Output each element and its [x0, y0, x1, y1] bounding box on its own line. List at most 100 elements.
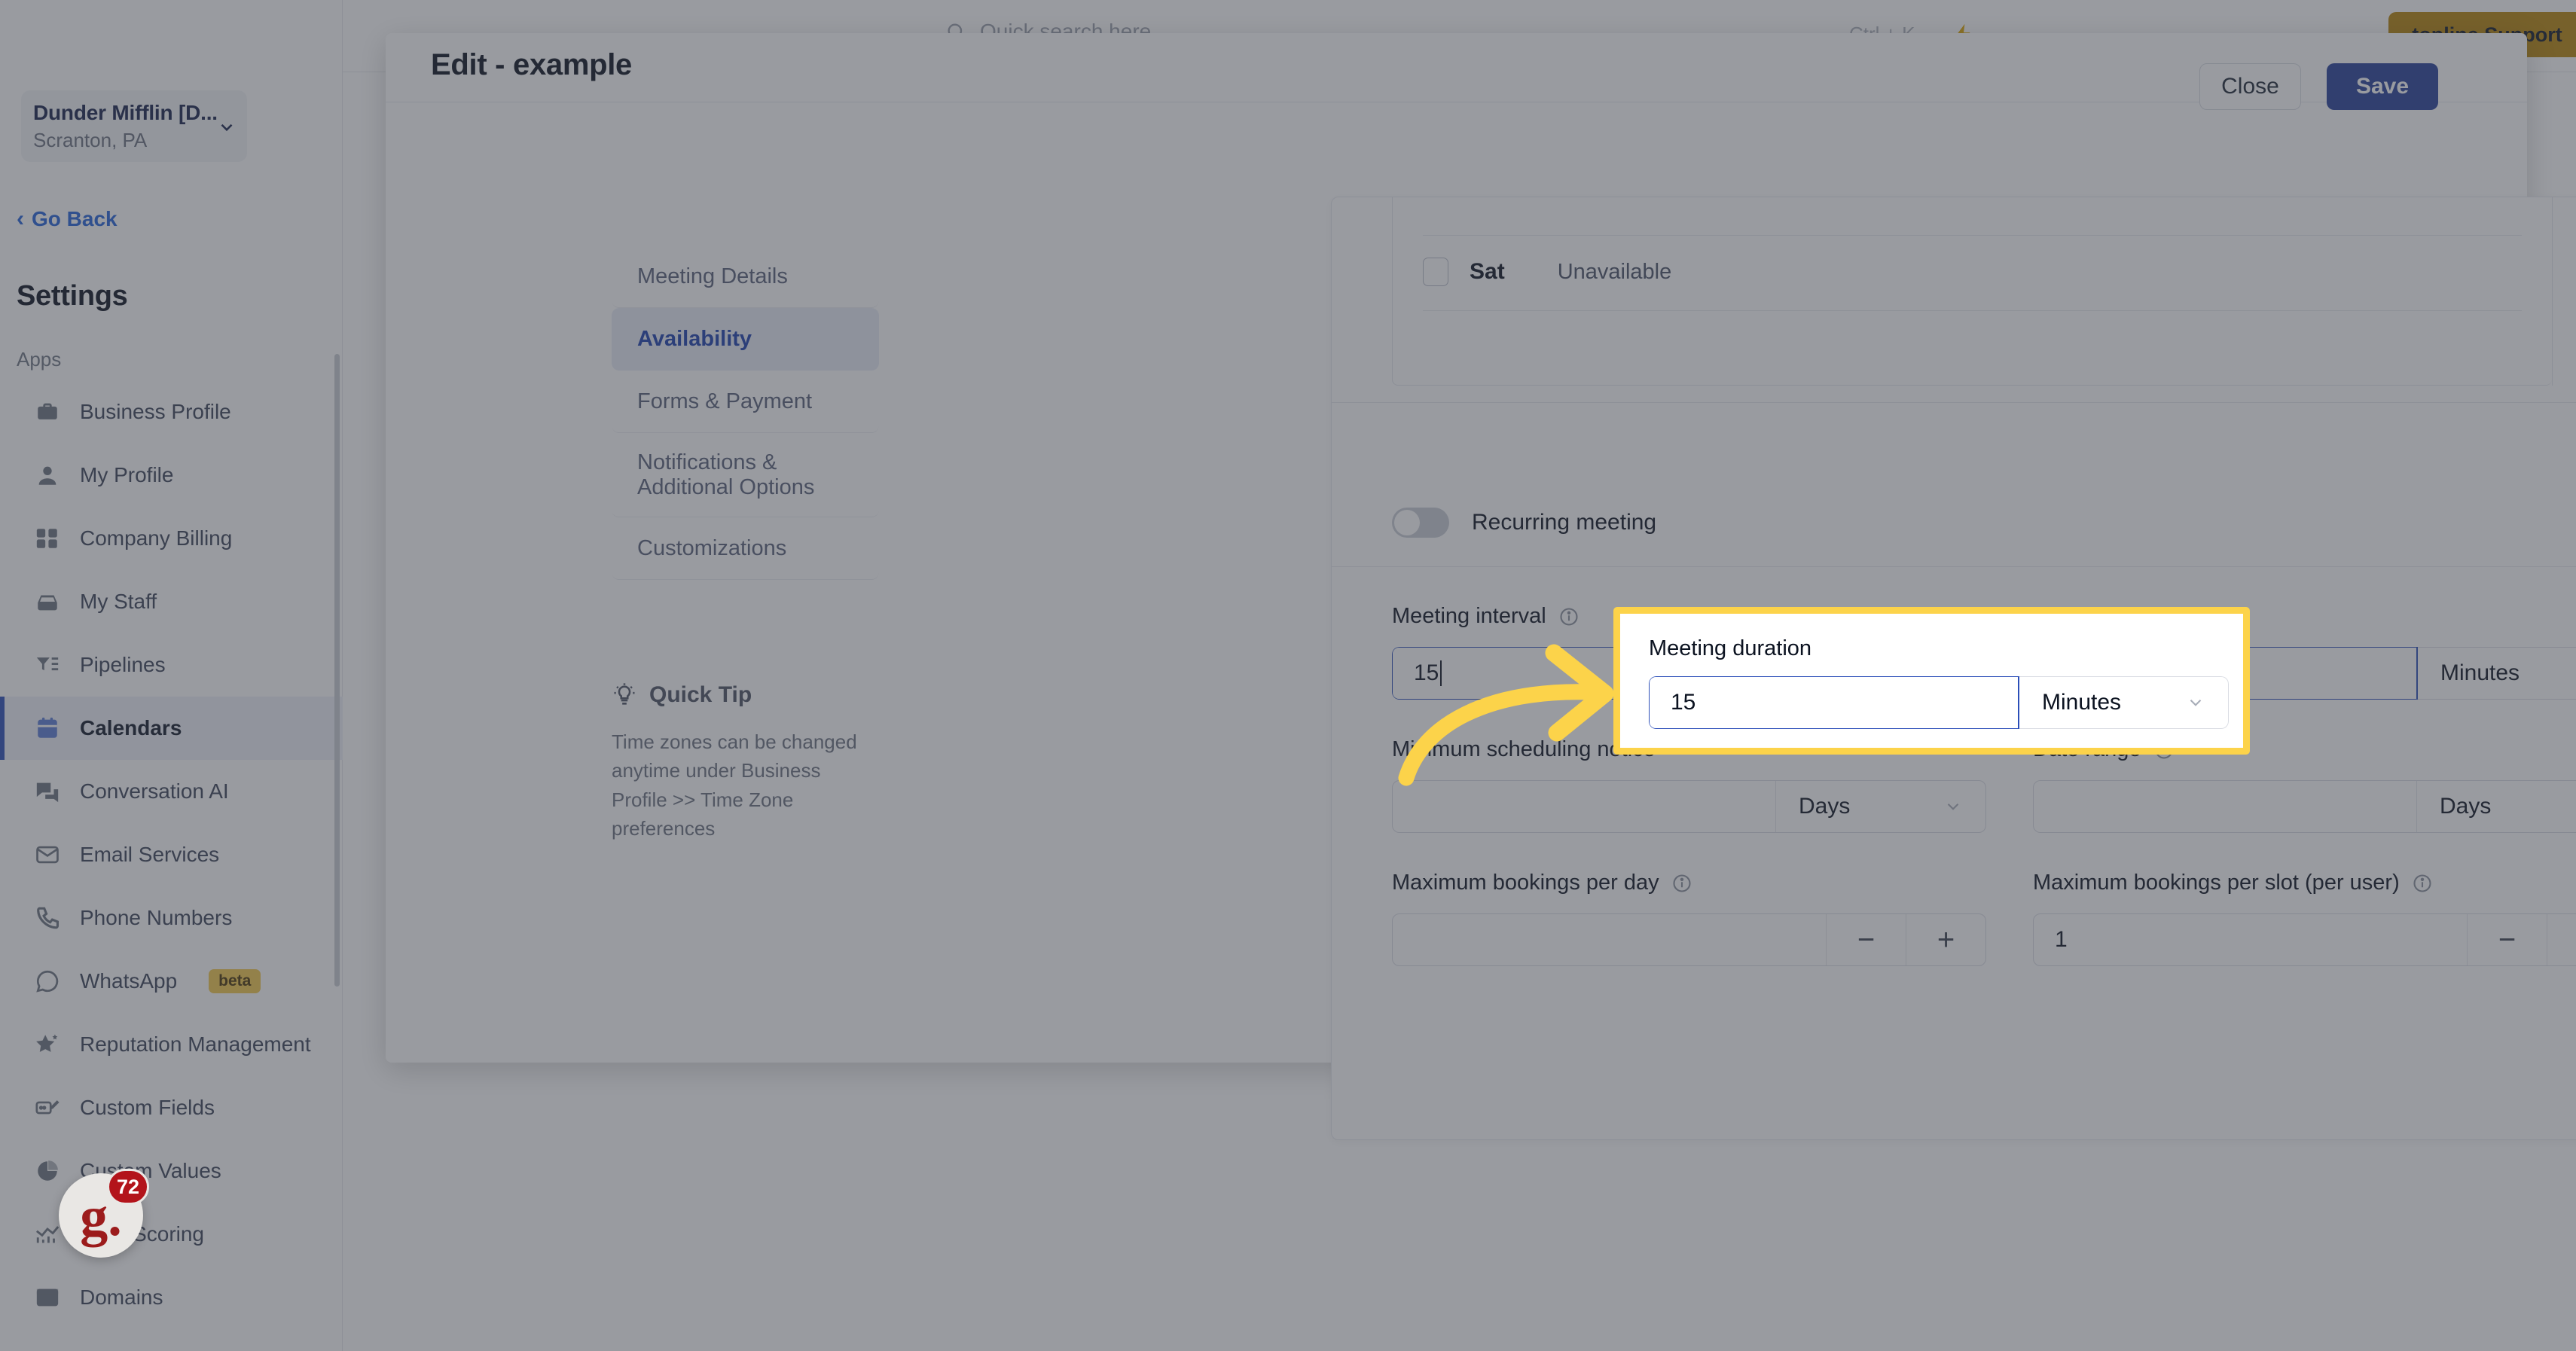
location-sub: Scranton, PA [33, 129, 148, 151]
date-range-unit-select[interactable]: Days [2417, 781, 2576, 832]
recurring-meeting-toggle[interactable] [1392, 508, 1449, 538]
max-bookings-per-slot-input[interactable]: 1 [2034, 914, 2467, 965]
field-maximum-bookings-per-slot: Maximum bookings per slot (per user) 1 −… [2033, 871, 2576, 966]
quick-tip-heading: Quick Tip [649, 682, 752, 707]
sidebar-item-conversation-ai[interactable]: Conversation AI [0, 760, 343, 823]
sidebar-item-label: WhatsApp [80, 969, 178, 993]
field-label: Maximum bookings per slot (per user) [2033, 871, 2400, 895]
max-bookings-per-day-stepper[interactable]: − + [1392, 913, 1986, 966]
unit-value: Days [1799, 794, 1851, 819]
minimum-notice-combo[interactable]: Days [1392, 780, 1986, 833]
sidebar-item-label: Email Services [80, 843, 220, 866]
sidebar-item-business-profile[interactable]: Business Profile [0, 380, 343, 444]
modal-tabs: Meeting Details Availability › Forms & P… [612, 245, 2009, 907]
edit-calendar-modal: Edit - example Close Save Meeting Detail… [386, 33, 2576, 1140]
filter-list-icon [35, 652, 60, 678]
status-badge: beta [209, 969, 261, 993]
sidebar-item-my-staff[interactable]: My Staff [0, 570, 343, 633]
tab-notifications[interactable]: Notifications & Additional Options [612, 433, 879, 517]
field-maximum-bookings-per-day: Maximum bookings per day − + [1392, 871, 1986, 966]
briefcase-icon [35, 399, 60, 425]
day-availability-box: Sat Unavailable [1392, 197, 2552, 386]
calendar-icon [35, 715, 60, 741]
meeting-duration-combo-highlighted[interactable]: 15 Minutes [1649, 676, 2229, 729]
recurring-meeting-row: Recurring meeting [1392, 508, 1656, 538]
meeting-duration-unit-select[interactable]: Minutes [2019, 676, 2229, 729]
sidebar-item-whatsapp[interactable]: WhatsApp beta [0, 950, 343, 1013]
location-name: Dunder Mifflin [D... [33, 101, 218, 124]
sidebar-item-company-billing[interactable]: Company Billing [0, 507, 343, 570]
sidebar-item-lead-scoring[interactable]: Lead Scoring [0, 1203, 343, 1266]
divider [1332, 566, 2576, 567]
date-range-input[interactable] [2034, 781, 2417, 832]
sidebar-group-label: Apps [17, 348, 62, 371]
info-icon[interactable] [1671, 873, 1692, 894]
sidebar-item-my-profile[interactable]: My Profile [0, 444, 343, 507]
meeting-duration-input[interactable]: 15 [1649, 676, 2019, 729]
whatsapp-icon [35, 968, 60, 994]
browser-window-icon [35, 1285, 60, 1310]
increment-button[interactable]: + [1906, 914, 1985, 965]
user-icon [35, 462, 60, 488]
go-back-label: Go Back [32, 207, 118, 230]
sidebar-item-pipelines[interactable]: Pipelines [0, 633, 343, 697]
meeting-duration-highlight: Meeting duration 15 Minutes [1613, 607, 2250, 755]
decrement-button[interactable]: − [2467, 914, 2547, 965]
sidebar-item-reputation-management[interactable]: Reputation Management [0, 1013, 343, 1076]
sidebar-item-label: Business Profile [80, 400, 231, 423]
increment-button[interactable]: + [2547, 914, 2576, 965]
phone-icon [35, 905, 60, 931]
sidebar-item-label: Reputation Management [80, 1032, 311, 1056]
tab-label: Forms & Payment [637, 389, 813, 413]
sidebar-item-domains[interactable]: Domains [0, 1266, 343, 1329]
day-row: Sat Unavailable [1423, 258, 1671, 286]
info-icon[interactable] [2412, 873, 2433, 894]
tab-customizations[interactable]: Customizations [612, 517, 879, 580]
tab-label: Meeting Details [637, 264, 788, 288]
notification-count: 72 [106, 1169, 149, 1205]
sidebar-item-calendars[interactable]: Calendars [0, 697, 343, 760]
location-switcher[interactable]: Dunder Mifflin [D... Scranton, PA [21, 90, 247, 162]
star-sparkle-icon [35, 1032, 60, 1057]
minimum-notice-unit-select[interactable]: Days [1776, 781, 1985, 832]
chevron-down-icon [221, 124, 233, 132]
sidebar-item-email-services[interactable]: Email Services [0, 823, 343, 886]
tab-forms-payment[interactable]: Forms & Payment [612, 371, 879, 433]
date-range-combo[interactable]: Days [2033, 780, 2576, 833]
gong-widget[interactable]: g. 72 [59, 1169, 149, 1258]
go-back-link[interactable]: ‹ Go Back [17, 207, 118, 231]
sidebar-item-label: Custom Fields [80, 1096, 215, 1119]
chevron-down-icon [2190, 699, 2202, 706]
envelope-icon [35, 842, 60, 868]
pie-chart-icon [35, 1158, 60, 1184]
screen: Dunder Mifflin [D... Scranton, PA ‹ Go B… [0, 0, 2576, 1351]
quick-tip: Quick Tip Time zones can be changed anyt… [612, 682, 871, 843]
field-label: Maximum bookings per day [1392, 871, 1659, 895]
day-label: Sat [1470, 259, 1505, 284]
unit-value: Minutes [2042, 690, 2122, 715]
sidebar-item-custom-values[interactable]: Custom Values [0, 1139, 343, 1203]
day-checkbox[interactable] [1423, 258, 1448, 286]
sidebar-item-custom-fields[interactable]: Custom Fields [0, 1076, 343, 1139]
lightbulb-icon [614, 683, 635, 705]
info-icon[interactable] [1558, 606, 1579, 627]
tab-meeting-details[interactable]: Meeting Details [612, 245, 879, 308]
inbox-icon [35, 589, 60, 615]
sidebar-scrollbar[interactable] [334, 354, 340, 987]
chat-bubbles-icon [35, 779, 60, 804]
tab-availability[interactable]: Availability › [612, 308, 2009, 907]
field-label: Meeting interval [1392, 604, 1546, 628]
quick-tip-body: Time zones can be changed anytime under … [612, 730, 857, 840]
chart-bars-icon [35, 1221, 60, 1247]
max-bookings-per-day-input[interactable] [1393, 914, 1826, 965]
sidebar-item-phone-numbers[interactable]: Phone Numbers [0, 886, 343, 950]
day-state: Unavailable [1557, 259, 1672, 284]
sidebar-item-label: Pipelines [80, 653, 166, 676]
curved-right-arrow-icon [1398, 644, 1614, 786]
decrement-button[interactable]: − [1826, 914, 1906, 965]
sidebar-item-label: Company Billing [80, 526, 233, 550]
meeting-duration-unit-select[interactable]: Minutes [2418, 647, 2576, 700]
max-bookings-per-slot-stepper[interactable]: 1 − + [2033, 913, 2576, 966]
minimum-notice-input[interactable] [1393, 781, 1776, 832]
chevron-down-icon [1947, 803, 1959, 810]
